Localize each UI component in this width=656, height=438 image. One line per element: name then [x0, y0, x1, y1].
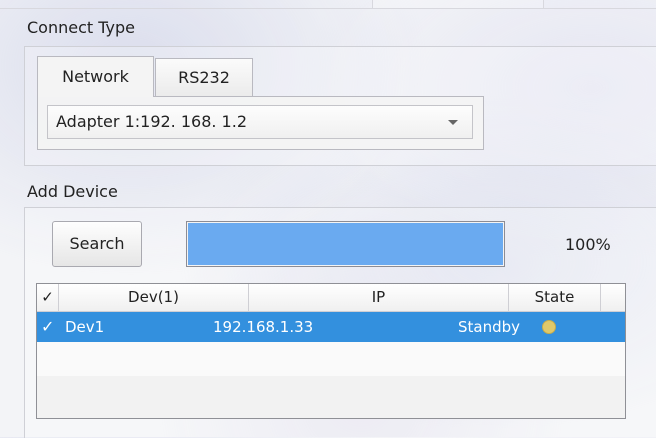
row-checkbox[interactable]: ✓ — [41, 312, 54, 342]
row-state: Standby — [458, 318, 521, 336]
status-dot-icon — [542, 320, 556, 334]
column-header-state[interactable]: State — [509, 284, 601, 311]
tab-network[interactable]: Network — [37, 56, 154, 97]
top-frame-notch — [372, 0, 544, 9]
adapter-select[interactable]: Adapter 1:192. 168. 1.2 — [47, 105, 473, 139]
connect-type-label: Connect Type — [27, 18, 135, 37]
select-all-checkbox[interactable]: ✓ — [37, 284, 59, 311]
adapter-select-value: Adapter 1:192. 168. 1.2 — [56, 112, 247, 131]
chevron-down-icon[interactable] — [448, 120, 458, 125]
column-header-filler — [601, 284, 625, 311]
row-dev-name: Dev1 — [65, 318, 105, 336]
device-table[interactable]: ✓ Dev(1) IP State ✓ Dev1 192.168.1.33 St… — [36, 283, 626, 419]
empty-row — [37, 376, 625, 418]
top-frame — [0, 0, 656, 9]
search-progress-bar — [186, 221, 505, 267]
search-button[interactable]: Search — [52, 221, 142, 267]
progress-fill — [188, 223, 503, 265]
tab-rs232[interactable]: RS232 — [155, 58, 253, 96]
table-header: ✓ Dev(1) IP State — [37, 284, 625, 312]
add-device-label: Add Device — [27, 182, 118, 201]
row-ip: 192.168.1.33 — [213, 318, 314, 336]
column-header-ip[interactable]: IP — [249, 284, 509, 311]
network-tab-pane: Adapter 1:192. 168. 1.2 — [37, 96, 484, 150]
empty-row — [37, 342, 625, 376]
column-header-dev[interactable]: Dev(1) — [59, 284, 249, 311]
table-row[interactable]: ✓ Dev1 192.168.1.33 Standby — [37, 312, 625, 342]
progress-percent-text: 100% — [565, 235, 611, 254]
